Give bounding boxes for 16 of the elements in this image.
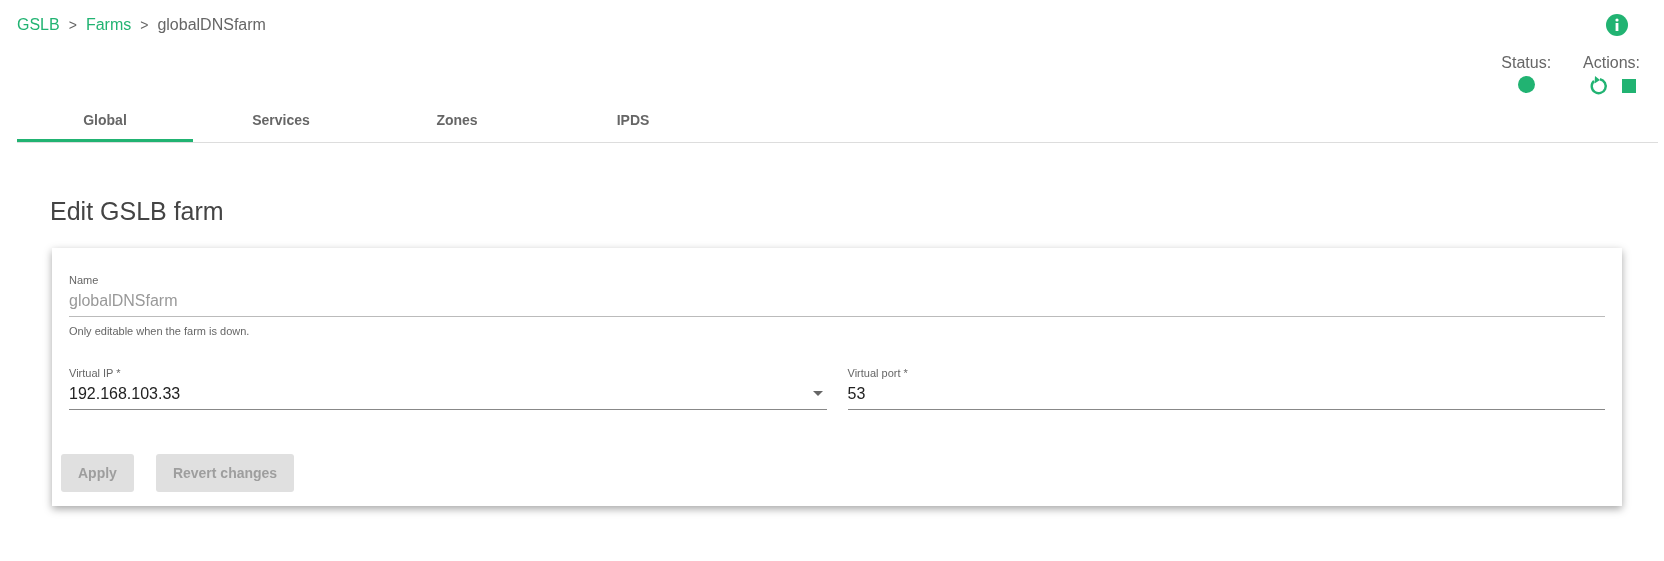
page-heading: Edit GSLB farm (50, 197, 225, 226)
status-label: Status: (1501, 54, 1552, 72)
input-field[interactable]: Virtual port * 53 (847, 367, 1605, 410)
select-field[interactable]: Virtual IP * 192.168.103.33 (69, 367, 827, 410)
stop-icon[interactable] (1621, 79, 1636, 93)
tab[interactable]: Zones (369, 104, 545, 142)
breadcrumb-separator: > (140, 17, 149, 33)
actions-label: Actions: (1583, 54, 1640, 72)
caret-icon (812, 391, 823, 396)
breadcrumb-separator: > (68, 17, 77, 33)
field-hint: Only editable when the farm is down. (69, 325, 251, 337)
breadcrumb-current: globalDNSfarm (157, 16, 266, 34)
info-icon[interactable] (1606, 14, 1628, 36)
tab[interactable]: Services (193, 104, 369, 142)
tab[interactable]: IPDS (545, 104, 721, 142)
tab[interactable]: Global (17, 104, 193, 142)
